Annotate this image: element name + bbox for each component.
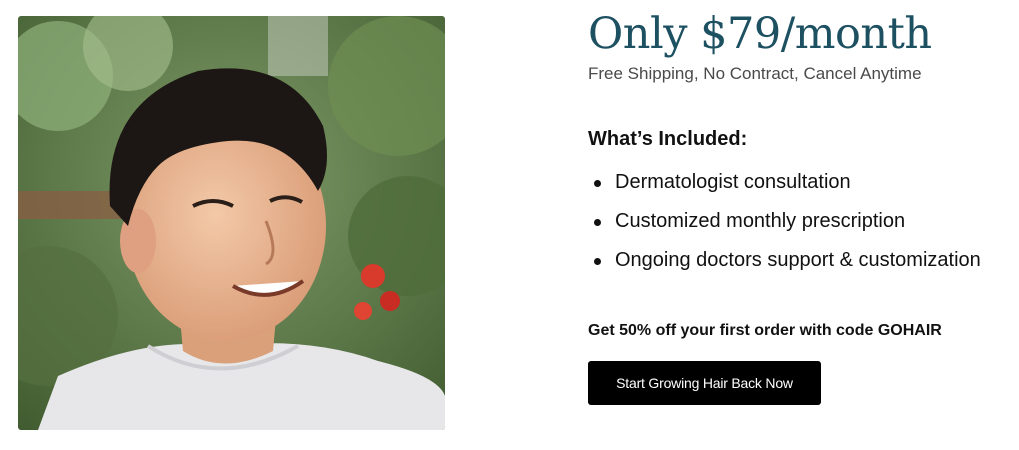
price-headline: Only $79/month [588, 9, 932, 59]
included-item-support: Ongoing doctors support & customization [588, 241, 981, 280]
included-list: Dermatologist consultation Customized mo… [588, 163, 981, 280]
included-heading: What’s Included: [588, 128, 748, 150]
included-item-consultation: Dermatologist consultation [588, 163, 981, 202]
start-growing-hair-button[interactable]: Start Growing Hair Back Now [588, 361, 821, 405]
promo-code-text: Get 50% off your first order with code G… [588, 322, 942, 339]
price-subline: Free Shipping, No Contract, Cancel Anyti… [588, 64, 922, 83]
included-item-prescription: Customized monthly prescription [588, 202, 981, 241]
hero-photo [18, 16, 445, 430]
